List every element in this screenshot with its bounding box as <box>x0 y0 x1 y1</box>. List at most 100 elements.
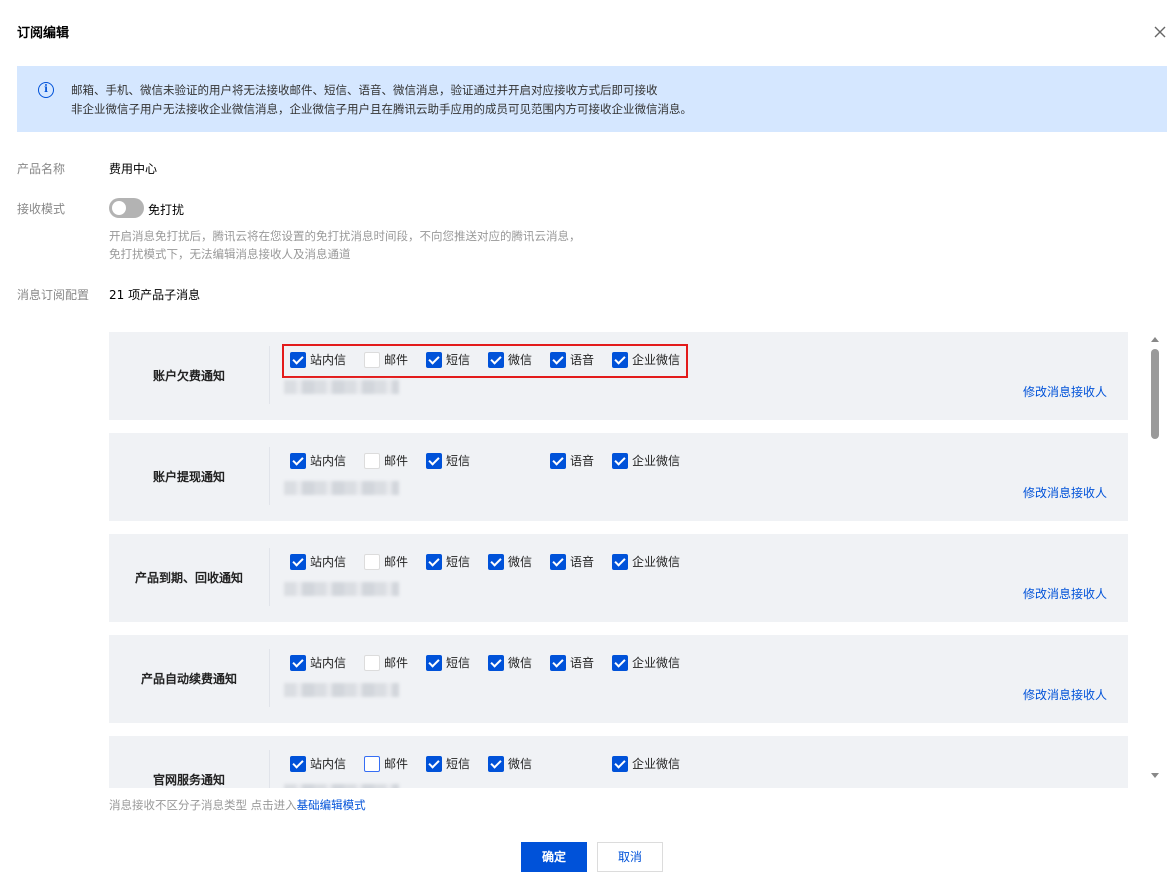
card-title: 官网服务通知 <box>152 773 225 787</box>
subscription-card: 账户提现通知 站内信 邮件 短信 语音 企业微信修改消息接收人 <box>109 433 1128 521</box>
checkbox-checked-icon[interactable] <box>612 756 628 772</box>
channel-label: 邮件 <box>384 353 409 367</box>
edit-recipients-link[interactable]: 修改消息接收人 <box>1023 484 1107 501</box>
edit-recipients-link[interactable]: 修改消息接收人 <box>1023 686 1107 703</box>
card-divider <box>269 346 270 404</box>
checkbox-checked-icon[interactable] <box>612 655 628 671</box>
channel-group: 站内信 邮件 短信 微信 语音 企业微信 <box>290 554 680 572</box>
channel-label: 语音 <box>570 353 595 367</box>
product-value: 费用中心 <box>109 162 158 176</box>
subscription-card: 产品到期、回收通知 站内信 邮件 短信 微信 语音 企业微信 修改消息接收人 <box>109 534 1128 622</box>
edit-recipients-link[interactable]: 修改消息接收人 <box>1023 787 1107 788</box>
redacted-recipients <box>284 582 399 596</box>
checkbox-checked-icon[interactable] <box>290 453 306 469</box>
channel-label: 短信 <box>446 353 471 367</box>
channel-label: 微信 <box>508 757 533 771</box>
checkbox-checked-icon[interactable] <box>426 655 442 671</box>
edit-recipients-link[interactable]: 修改消息接收人 <box>1023 383 1107 400</box>
channel-label: 邮件 <box>384 555 409 569</box>
checkbox-checked-icon[interactable] <box>488 655 504 671</box>
dialog-title: 订阅编辑 <box>17 26 70 41</box>
channel-label: 微信 <box>508 555 533 569</box>
channel-label: 站内信 <box>310 555 347 569</box>
card-divider <box>269 548 270 606</box>
mode-label: 接收模式 <box>17 202 66 216</box>
channel-label: 微信 <box>508 353 533 367</box>
subscription-card: 官网服务通知 站内信 邮件 短信 微信 企业微信修改消息接收人 <box>109 736 1128 788</box>
notice-line-1: 邮箱、手机、微信未验证的用户将无法接收邮件、短信、语音、微信消息，验证通过并开启… <box>71 83 658 97</box>
checkbox-checked-icon[interactable] <box>612 352 628 368</box>
do-not-disturb-switch[interactable] <box>109 198 144 218</box>
channel-label: 站内信 <box>310 353 347 367</box>
scroll-up-arrow-icon[interactable] <box>1151 337 1159 342</box>
checkbox-checked-icon[interactable] <box>612 453 628 469</box>
close-icon[interactable] <box>1152 24 1168 40</box>
checkbox-checked-icon[interactable] <box>550 655 566 671</box>
channel-label: 短信 <box>446 656 471 670</box>
checkbox-unchecked-icon[interactable] <box>364 554 380 570</box>
config-label: 消息订阅配置 <box>17 288 90 302</box>
checkbox-checked-icon[interactable] <box>488 756 504 772</box>
channel-label: 短信 <box>446 757 471 771</box>
do-not-disturb-label: 免打扰 <box>148 203 185 217</box>
checkbox-checked-icon[interactable] <box>290 554 306 570</box>
redacted-recipients <box>284 380 399 394</box>
cancel-button[interactable]: 取消 <box>597 842 663 872</box>
checkbox-checked-icon[interactable] <box>290 756 306 772</box>
basic-edit-mode-link[interactable]: 基础编辑模式 <box>297 798 366 812</box>
channel-label: 站内信 <box>310 757 347 771</box>
channel-label: 站内信 <box>310 454 347 468</box>
redacted-recipients <box>284 784 399 788</box>
checkbox-checked-icon[interactable] <box>488 352 504 368</box>
checkbox-checked-icon[interactable] <box>550 453 566 469</box>
notice-banner: i 邮箱、手机、微信未验证的用户将无法接收邮件、短信、语音、微信消息，验证通过并… <box>17 66 1167 132</box>
checkbox-checked-icon[interactable] <box>488 554 504 570</box>
scrollbar-thumb[interactable] <box>1151 349 1159 439</box>
channel-label: 邮件 <box>384 454 409 468</box>
channel-label: 邮件 <box>384 757 409 771</box>
checkbox-checked-icon[interactable] <box>290 352 306 368</box>
channel-label: 微信 <box>508 656 533 670</box>
channel-label: 企业微信 <box>632 555 681 569</box>
checkbox-checked-icon[interactable] <box>426 352 442 368</box>
checkbox-checked-icon[interactable] <box>426 453 442 469</box>
confirm-button[interactable]: 确定 <box>521 842 587 872</box>
card-divider <box>269 447 270 505</box>
product-label: 产品名称 <box>17 162 66 176</box>
mode-hint-2: 免打扰模式下，无法编辑消息接收人及消息通道 <box>109 247 351 261</box>
subscription-card: 账户欠费通知 站内信 邮件 短信 微信 语音 企业微信 修改消息接收人 <box>109 332 1128 420</box>
mode-hint-1: 开启消息免打扰后，腾讯云将在您设置的免打扰消息时间段，不向您推送对应的腾讯云消息… <box>109 229 581 243</box>
highlighted-channel-group: 站内信 邮件 短信 微信 语音 企业微信 <box>282 344 688 378</box>
checkbox-unchecked-icon[interactable] <box>364 756 380 772</box>
channel-label: 企业微信 <box>632 656 681 670</box>
channel-label: 邮件 <box>384 656 409 670</box>
checkbox-unchecked-icon[interactable] <box>364 352 380 368</box>
edit-recipients-link[interactable]: 修改消息接收人 <box>1023 585 1107 602</box>
checkbox-checked-icon[interactable] <box>426 756 442 772</box>
channel-label: 语音 <box>570 454 595 468</box>
subscription-card: 产品自动续费通知 站内信 邮件 短信 微信 语音 企业微信 修改消息接收人 <box>109 635 1128 723</box>
channel-group: 站内信 邮件 短信 微信 企业微信 <box>290 756 680 774</box>
channel-label: 语音 <box>570 656 595 670</box>
subscription-list[interactable]: 账户欠费通知 站内信 邮件 短信 微信 语音 企业微信 修改消息接收人 账户提现通知 站内信 邮件短… <box>109 332 1129 788</box>
channel-group: 站内信 邮件 短信 语音 企业微信 <box>290 453 680 471</box>
channel-label: 站内信 <box>310 656 347 670</box>
checkbox-checked-icon[interactable] <box>550 554 566 570</box>
checkbox-unchecked-icon[interactable] <box>364 453 380 469</box>
checkbox-checked-icon[interactable] <box>290 655 306 671</box>
checkbox-checked-icon[interactable] <box>426 554 442 570</box>
switch-knob <box>112 201 126 215</box>
checkbox-checked-icon[interactable] <box>612 554 628 570</box>
channel-label: 短信 <box>446 454 471 468</box>
channel-label: 语音 <box>570 555 595 569</box>
channel-label: 短信 <box>446 555 471 569</box>
redacted-recipients <box>284 481 399 495</box>
channel-label: 企业微信 <box>632 454 681 468</box>
checkbox-checked-icon[interactable] <box>550 352 566 368</box>
checkbox-unchecked-icon[interactable] <box>364 655 380 671</box>
card-title: 账户提现通知 <box>152 470 225 484</box>
card-divider <box>269 649 270 707</box>
scroll-down-arrow-icon[interactable] <box>1151 773 1159 778</box>
info-icon: i <box>38 82 54 98</box>
card-divider <box>269 750 270 788</box>
